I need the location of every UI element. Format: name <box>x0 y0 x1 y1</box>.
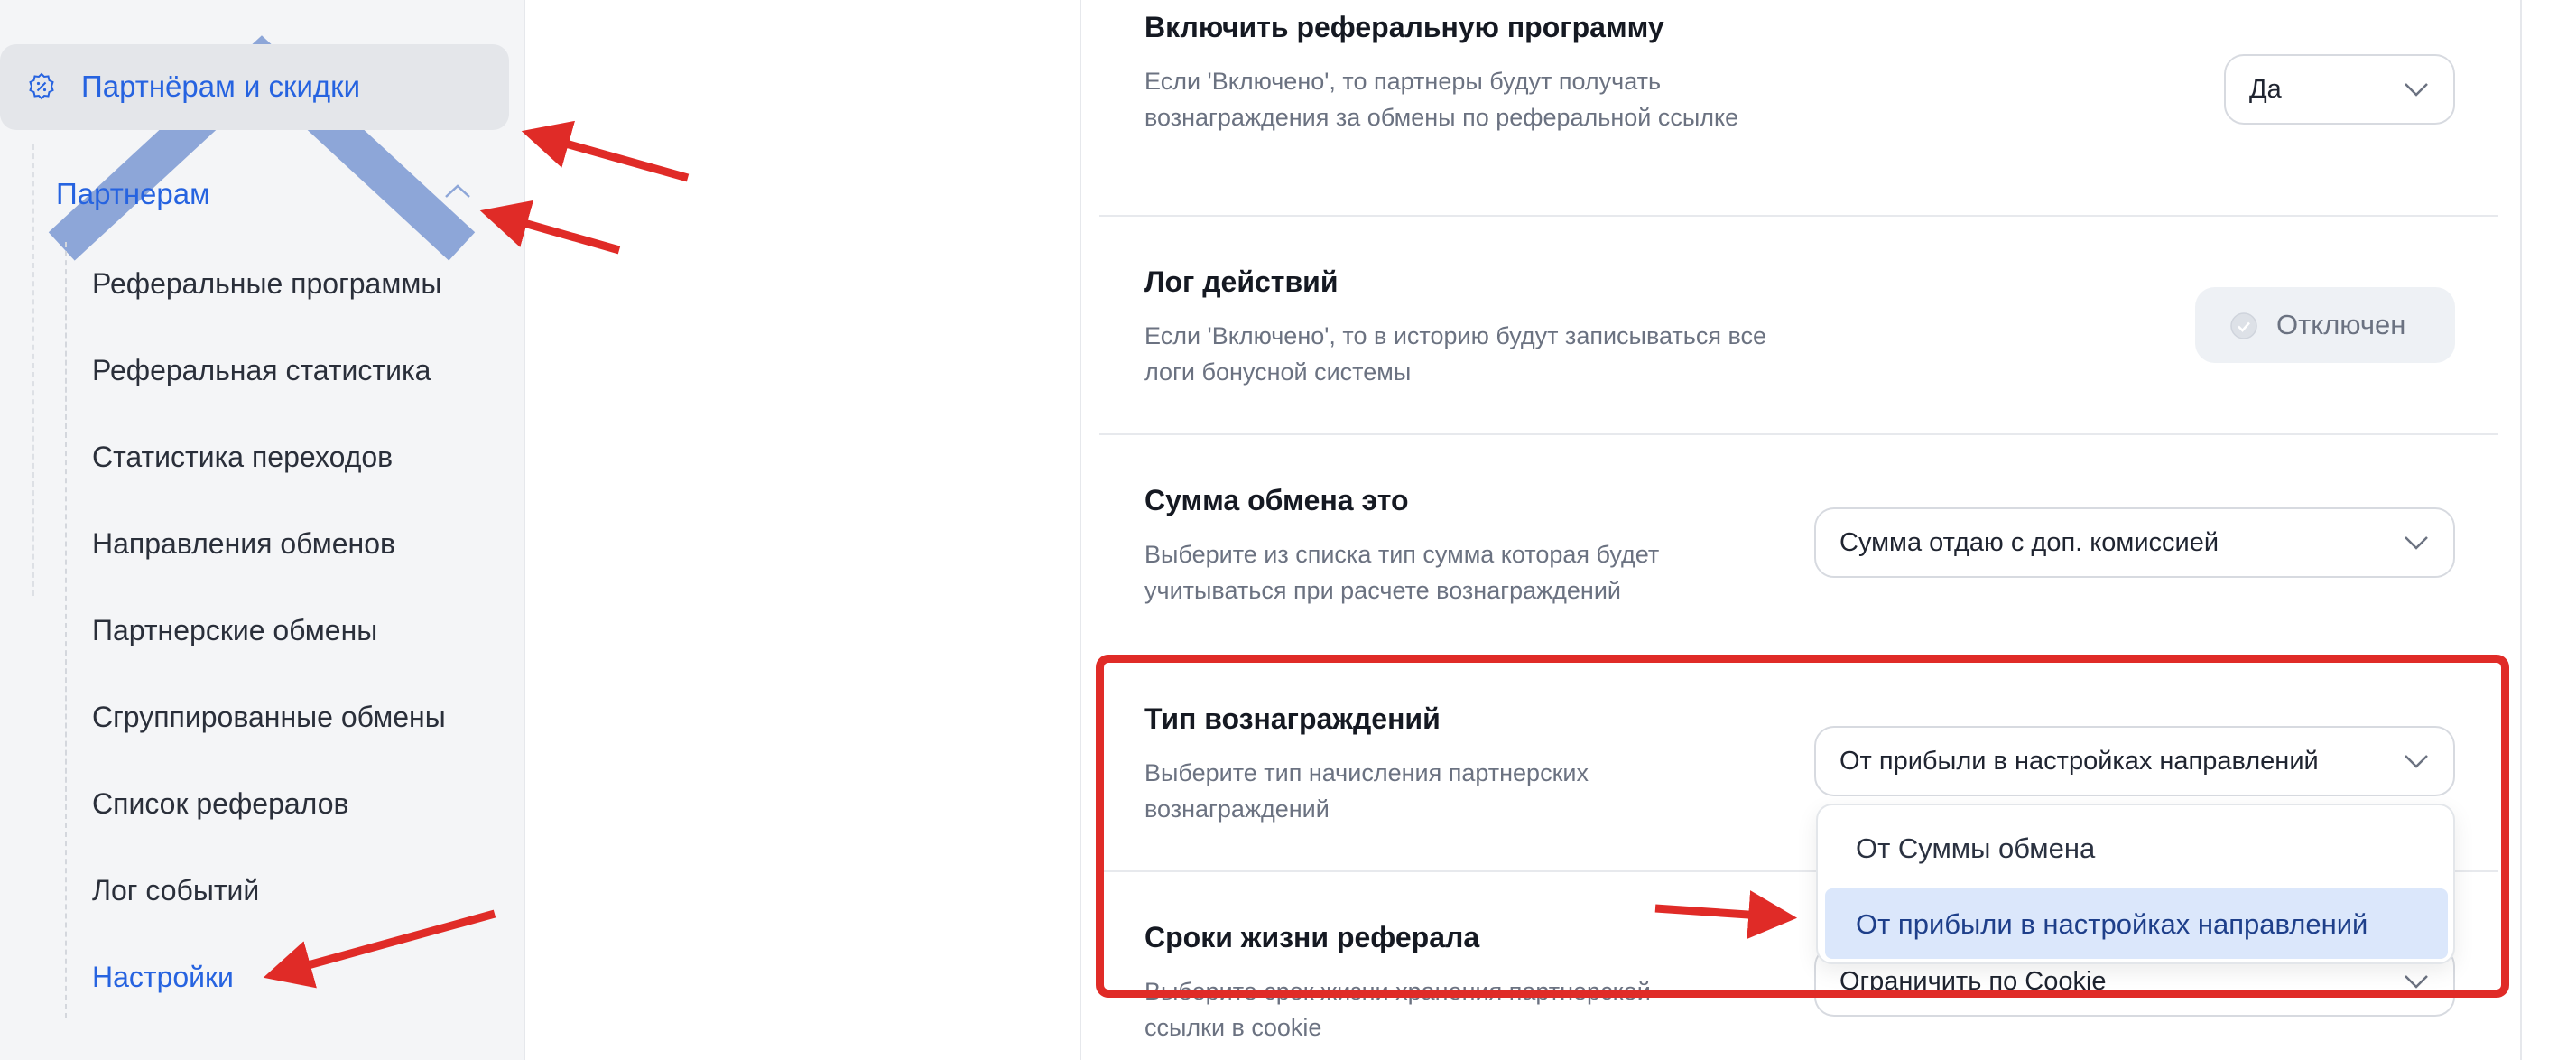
tree-guide-line <box>32 144 34 596</box>
badge-percent-icon <box>29 72 54 100</box>
tree-guide-line <box>65 242 67 1018</box>
sidebar-item-exchange-directions[interactable]: Направления обменов <box>92 527 395 561</box>
setting-title-enable-referral: Включить реферальную программу <box>1144 11 1664 43</box>
select-value: Сумма отдаю с доп. комиссией <box>1839 527 2219 557</box>
sidebar-subgroup-partners[interactable]: Партнерам <box>56 177 210 211</box>
annotation-highlight-box <box>1096 655 2509 998</box>
row-divider <box>1099 433 2498 435</box>
select-value: Да <box>2249 74 2282 104</box>
sidebar-item-referral-programs[interactable]: Реферальные программы <box>92 267 441 301</box>
sidebar-item-referral-list[interactable]: Список рефералов <box>92 787 349 821</box>
sidebar-item-event-log[interactable]: Лог событий <box>92 874 259 907</box>
sidebar-item-grouped-exchanges[interactable]: Сгруппированные обмены <box>92 701 446 734</box>
sidebar-group-label: Партнёрам и скидки <box>81 70 361 103</box>
sidebar-group-partners[interactable]: Партнёрам и скидки <box>0 44 509 130</box>
sidebar-item-click-stats[interactable]: Статистика переходов <box>92 441 393 474</box>
setting-desc-exchange-sum: Выберите из списка тип сумма которая буд… <box>1144 541 1660 604</box>
action-log-toggle[interactable]: Отключен <box>2195 287 2455 363</box>
sidebar-item-partner-exchanges[interactable]: Партнерские обмены <box>92 614 377 647</box>
exchange-sum-select[interactable]: Сумма отдаю с доп. комиссией <box>1814 507 2455 578</box>
enable-referral-select[interactable]: Да <box>2224 54 2455 125</box>
setting-desc-action-log: Если 'Включено', то в историю будут запи… <box>1144 322 1767 386</box>
annotation-arrow <box>521 120 690 182</box>
chevron-down-icon <box>2405 536 2428 550</box>
sidebar: Партнёрам и скидки Партнерам Реферальные… <box>0 0 525 1060</box>
setting-desc-enable-referral: Если 'Включено', то партнеры будут получ… <box>1144 68 1739 131</box>
toggle-label: Отключен <box>2276 309 2406 340</box>
setting-title-action-log: Лог действий <box>1144 265 1339 298</box>
setting-title-exchange-sum: Сумма обмена это <box>1144 484 1409 516</box>
sidebar-item-referral-stats[interactable]: Реферальная статистика <box>92 354 431 387</box>
chevron-up-icon[interactable] <box>442 182 473 200</box>
sidebar-item-settings[interactable]: Настройки <box>92 961 234 994</box>
row-divider <box>1099 215 2498 217</box>
check-circle-icon <box>2230 312 2257 339</box>
chevron-down-icon <box>2405 83 2428 97</box>
